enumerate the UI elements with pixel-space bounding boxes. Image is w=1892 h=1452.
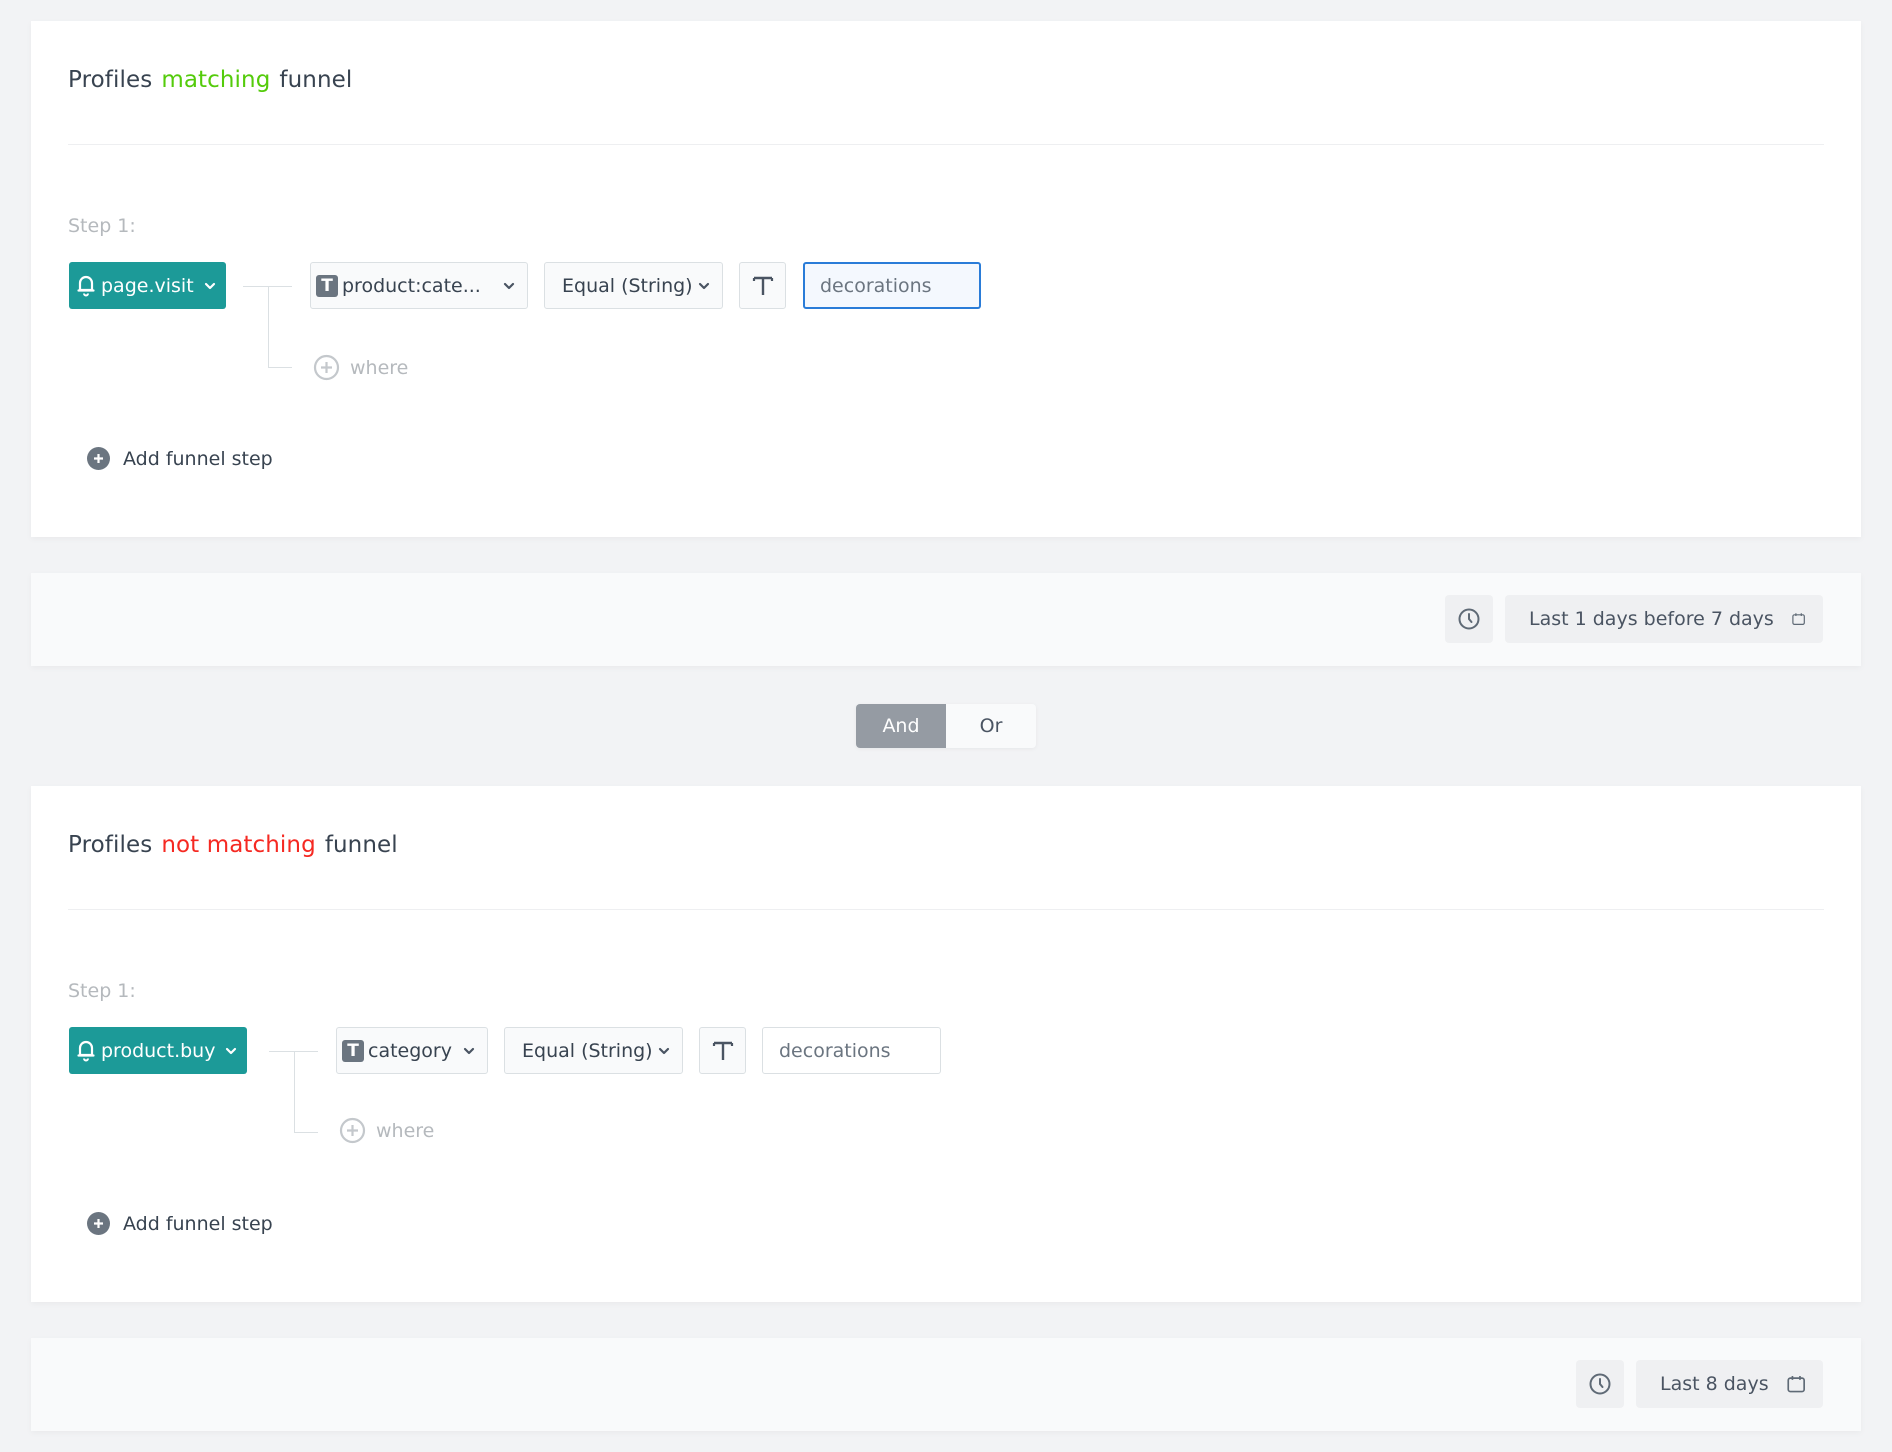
attribute-label: product:cate... bbox=[342, 274, 481, 297]
add-where-button[interactable]: where bbox=[313, 354, 408, 381]
operator-label: Equal (String) bbox=[522, 1039, 653, 1062]
title-divider bbox=[68, 144, 1824, 145]
text-type-icon bbox=[712, 1041, 733, 1060]
add-step-label: Add funnel step bbox=[123, 447, 273, 470]
date-filter-bar: Last 8 days bbox=[31, 1338, 1861, 1431]
time-mode-button[interactable] bbox=[1576, 1360, 1624, 1408]
chevron-down-icon bbox=[463, 1047, 475, 1055]
matching-funnel-card: Profiles matching funnel Step 1: page.visi… bbox=[31, 21, 1861, 537]
where-label: where bbox=[376, 1119, 435, 1142]
operator-select[interactable]: Equal (String) bbox=[504, 1027, 683, 1074]
title-suffix: funnel bbox=[324, 832, 398, 858]
date-range-button[interactable]: Last 1 days before 7 days bbox=[1505, 595, 1823, 643]
text-type-icon: T bbox=[342, 1039, 364, 1062]
date-filter-bar: Last 1 days before 7 days bbox=[31, 573, 1861, 666]
add-where-button[interactable]: where bbox=[339, 1117, 434, 1144]
chevron-down-icon bbox=[698, 282, 710, 290]
date-range-label: Last 1 days before 7 days bbox=[1529, 608, 1774, 630]
add-funnel-step-button[interactable]: Add funnel step bbox=[87, 447, 273, 470]
bell-icon bbox=[77, 1040, 95, 1061]
connector-line bbox=[294, 1051, 295, 1132]
operator-select[interactable]: Equal (String) bbox=[544, 262, 723, 309]
attribute-select[interactable]: T category bbox=[336, 1027, 488, 1074]
logic-option-or[interactable]: Or bbox=[946, 704, 1036, 748]
text-type-icon bbox=[752, 276, 773, 295]
value-type-button[interactable] bbox=[699, 1027, 746, 1074]
value-input[interactable] bbox=[803, 262, 981, 309]
calendar-icon bbox=[1787, 1376, 1805, 1393]
chevron-down-icon bbox=[226, 1047, 237, 1054]
add-funnel-step-button[interactable]: Add funnel step bbox=[87, 1212, 273, 1235]
calendar-icon bbox=[1792, 613, 1805, 626]
time-mode-button[interactable] bbox=[1445, 595, 1493, 643]
event-select-button[interactable]: page.visit bbox=[69, 262, 226, 309]
plus-circle-icon bbox=[87, 1212, 110, 1235]
connector-line bbox=[268, 286, 269, 367]
operator-label: Equal (String) bbox=[562, 274, 693, 297]
attribute-label: category bbox=[368, 1039, 452, 1062]
plus-circle-icon bbox=[87, 447, 110, 470]
clock-icon bbox=[1458, 608, 1480, 630]
logic-operator-toggle: And Or bbox=[856, 704, 1036, 748]
add-step-label: Add funnel step bbox=[123, 1212, 273, 1235]
connector-line bbox=[268, 367, 292, 368]
text-type-icon: T bbox=[316, 274, 338, 297]
where-label: where bbox=[350, 356, 409, 379]
step-label: Step 1: bbox=[68, 215, 136, 237]
title-prefix: Profiles bbox=[68, 67, 153, 93]
event-select-button[interactable]: product.buy bbox=[69, 1027, 248, 1074]
plus-circle-icon bbox=[339, 1117, 366, 1144]
title-qualifier-matching: matching bbox=[161, 67, 271, 93]
value-type-button[interactable] bbox=[739, 262, 786, 309]
event-label: product.buy bbox=[101, 1039, 216, 1062]
title-suffix: funnel bbox=[279, 67, 353, 93]
title-prefix: Profiles bbox=[68, 832, 153, 858]
chevron-down-icon bbox=[658, 1047, 670, 1055]
title-divider bbox=[68, 909, 1824, 910]
logic-option-and[interactable]: And bbox=[856, 704, 946, 748]
attribute-select[interactable]: T product:cate... bbox=[310, 262, 528, 309]
plus-circle-icon bbox=[313, 354, 340, 381]
section-title: Profiles not matching funnel bbox=[68, 832, 407, 858]
not-matching-funnel-card: Profiles not matching funnel Step 1: produ… bbox=[31, 786, 1861, 1302]
clock-icon bbox=[1589, 1373, 1611, 1395]
title-qualifier-not-matching: not matching bbox=[161, 832, 316, 858]
event-label: page.visit bbox=[101, 274, 194, 297]
bell-icon bbox=[77, 275, 95, 296]
date-range-label: Last 8 days bbox=[1660, 1373, 1769, 1395]
section-title: Profiles matching funnel bbox=[68, 67, 361, 93]
step-label: Step 1: bbox=[68, 980, 136, 1002]
date-range-button[interactable]: Last 8 days bbox=[1636, 1360, 1823, 1408]
value-input[interactable] bbox=[762, 1027, 941, 1074]
connector-line bbox=[294, 1132, 318, 1133]
chevron-down-icon bbox=[204, 282, 215, 289]
chevron-down-icon bbox=[503, 282, 515, 290]
